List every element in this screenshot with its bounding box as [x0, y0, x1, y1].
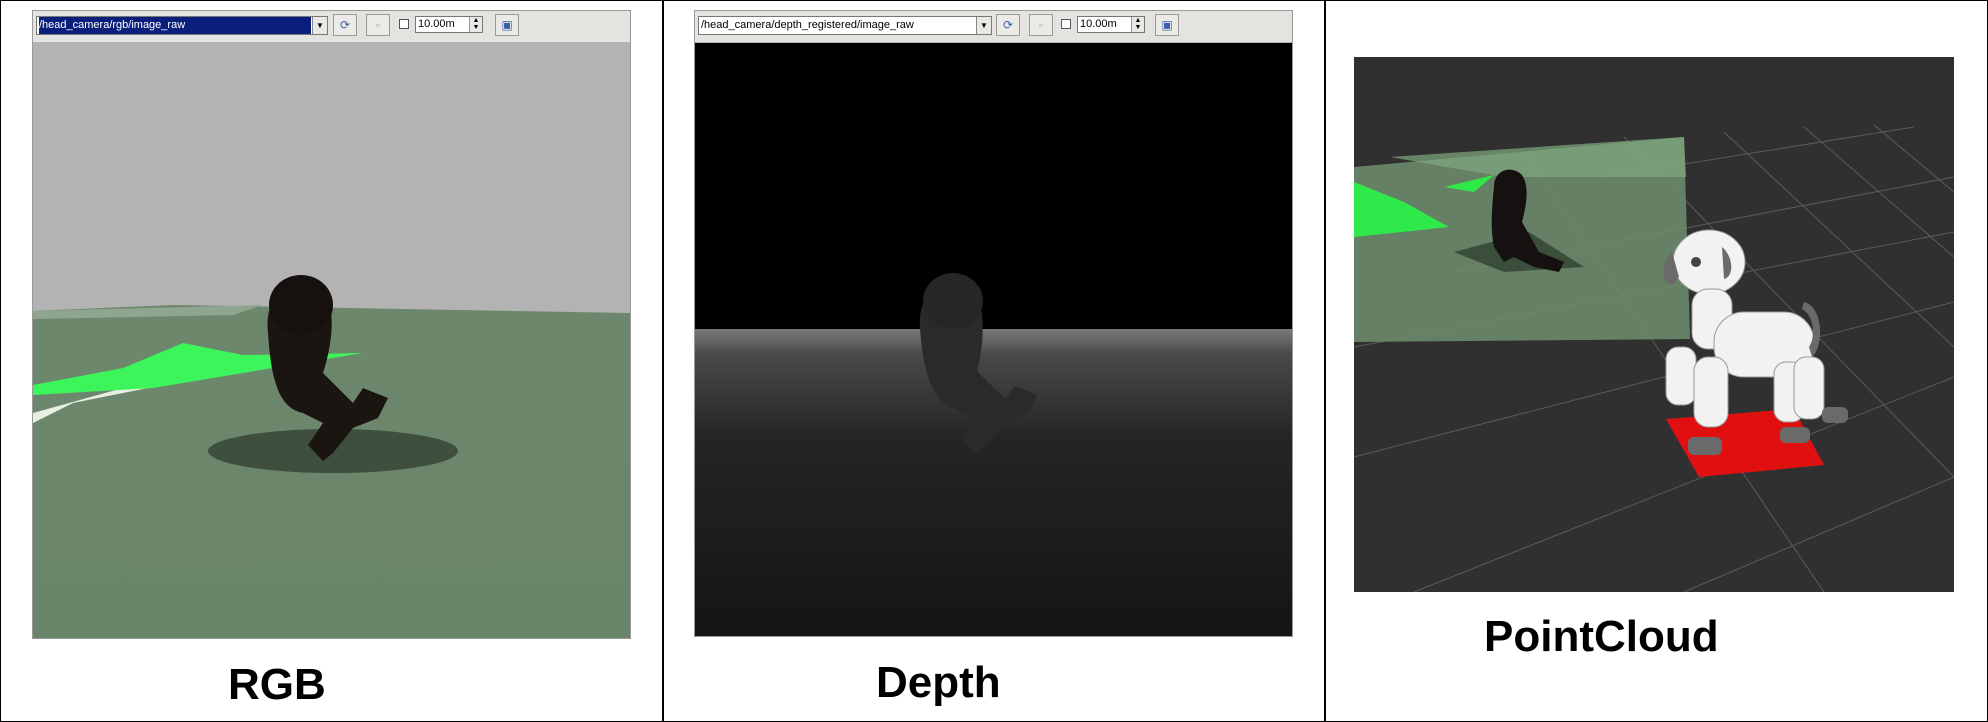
- range-value: 10.00m: [1080, 18, 1117, 30]
- topic-selector[interactable]: /head_camera/depth_registered/image_raw …: [698, 16, 992, 35]
- zoom-fit-button[interactable]: ▣: [1155, 14, 1179, 36]
- refresh-icon: ⟳: [1002, 18, 1014, 32]
- pointcloud-scene: [1354, 124, 1954, 592]
- refresh-icon: ⟳: [339, 18, 351, 32]
- range-spinbox[interactable]: 10.00m ▲ ▼: [1077, 16, 1145, 33]
- pointcloud-caption: PointCloud: [1484, 612, 1719, 661]
- save-image-button[interactable]: ▫: [1029, 14, 1053, 36]
- refresh-button[interactable]: ⟳: [333, 14, 357, 36]
- pointcloud-view: [1354, 57, 1954, 592]
- depth-scene: [695, 43, 1292, 636]
- smooth-checkbox[interactable]: [399, 19, 409, 29]
- smooth-checkbox[interactable]: [1061, 19, 1071, 29]
- child-head: [269, 275, 333, 335]
- spinner-arrows[interactable]: ▲ ▼: [469, 17, 482, 32]
- save-image-button[interactable]: ▫: [366, 14, 390, 36]
- rgb-scene: [33, 43, 630, 638]
- zoom-fit-button[interactable]: ▣: [495, 14, 519, 36]
- robot-dog-eye: [1691, 257, 1701, 267]
- rgb-image-viewer: /head_camera/rgb/image_raw ▼ ⟳ ▫ 10.00m …: [32, 10, 631, 639]
- rgb-caption: RGB: [228, 660, 326, 709]
- spinner-arrows[interactable]: ▲ ▼: [1131, 17, 1144, 32]
- range-value: 10.00m: [418, 18, 455, 30]
- save-icon: ▫: [375, 18, 381, 32]
- robot-dog: [1665, 229, 1825, 428]
- range-spinbox[interactable]: 10.00m ▲ ▼: [415, 16, 483, 33]
- depth-image: [695, 43, 1292, 636]
- dropdown-arrow-icon[interactable]: ▼: [312, 17, 327, 34]
- topic-selector-value: /head_camera/depth_registered/image_raw: [701, 19, 914, 31]
- depth-image-viewer: /head_camera/depth_registered/image_raw …: [694, 10, 1293, 637]
- column-divider: [1324, 0, 1326, 722]
- zoom-fit-icon: ▣: [501, 18, 513, 32]
- depth-floor: [695, 329, 1292, 636]
- rgb-image: [33, 43, 630, 638]
- child-depth-head: [923, 273, 983, 329]
- dropdown-arrow-icon[interactable]: ▼: [976, 17, 991, 34]
- viewer-toolbar: /head_camera/rgb/image_raw ▼ ⟳ ▫ 10.00m …: [33, 11, 630, 43]
- zoom-fit-icon: ▣: [1161, 18, 1173, 32]
- column-divider: [662, 0, 664, 722]
- depth-caption: Depth: [876, 658, 1001, 707]
- topic-selector[interactable]: /head_camera/rgb/image_raw ▼: [36, 16, 328, 35]
- refresh-button[interactable]: ⟳: [996, 14, 1020, 36]
- topic-selector-value: /head_camera/rgb/image_raw: [39, 17, 311, 34]
- viewer-toolbar: /head_camera/depth_registered/image_raw …: [695, 11, 1292, 43]
- save-icon: ▫: [1038, 18, 1044, 32]
